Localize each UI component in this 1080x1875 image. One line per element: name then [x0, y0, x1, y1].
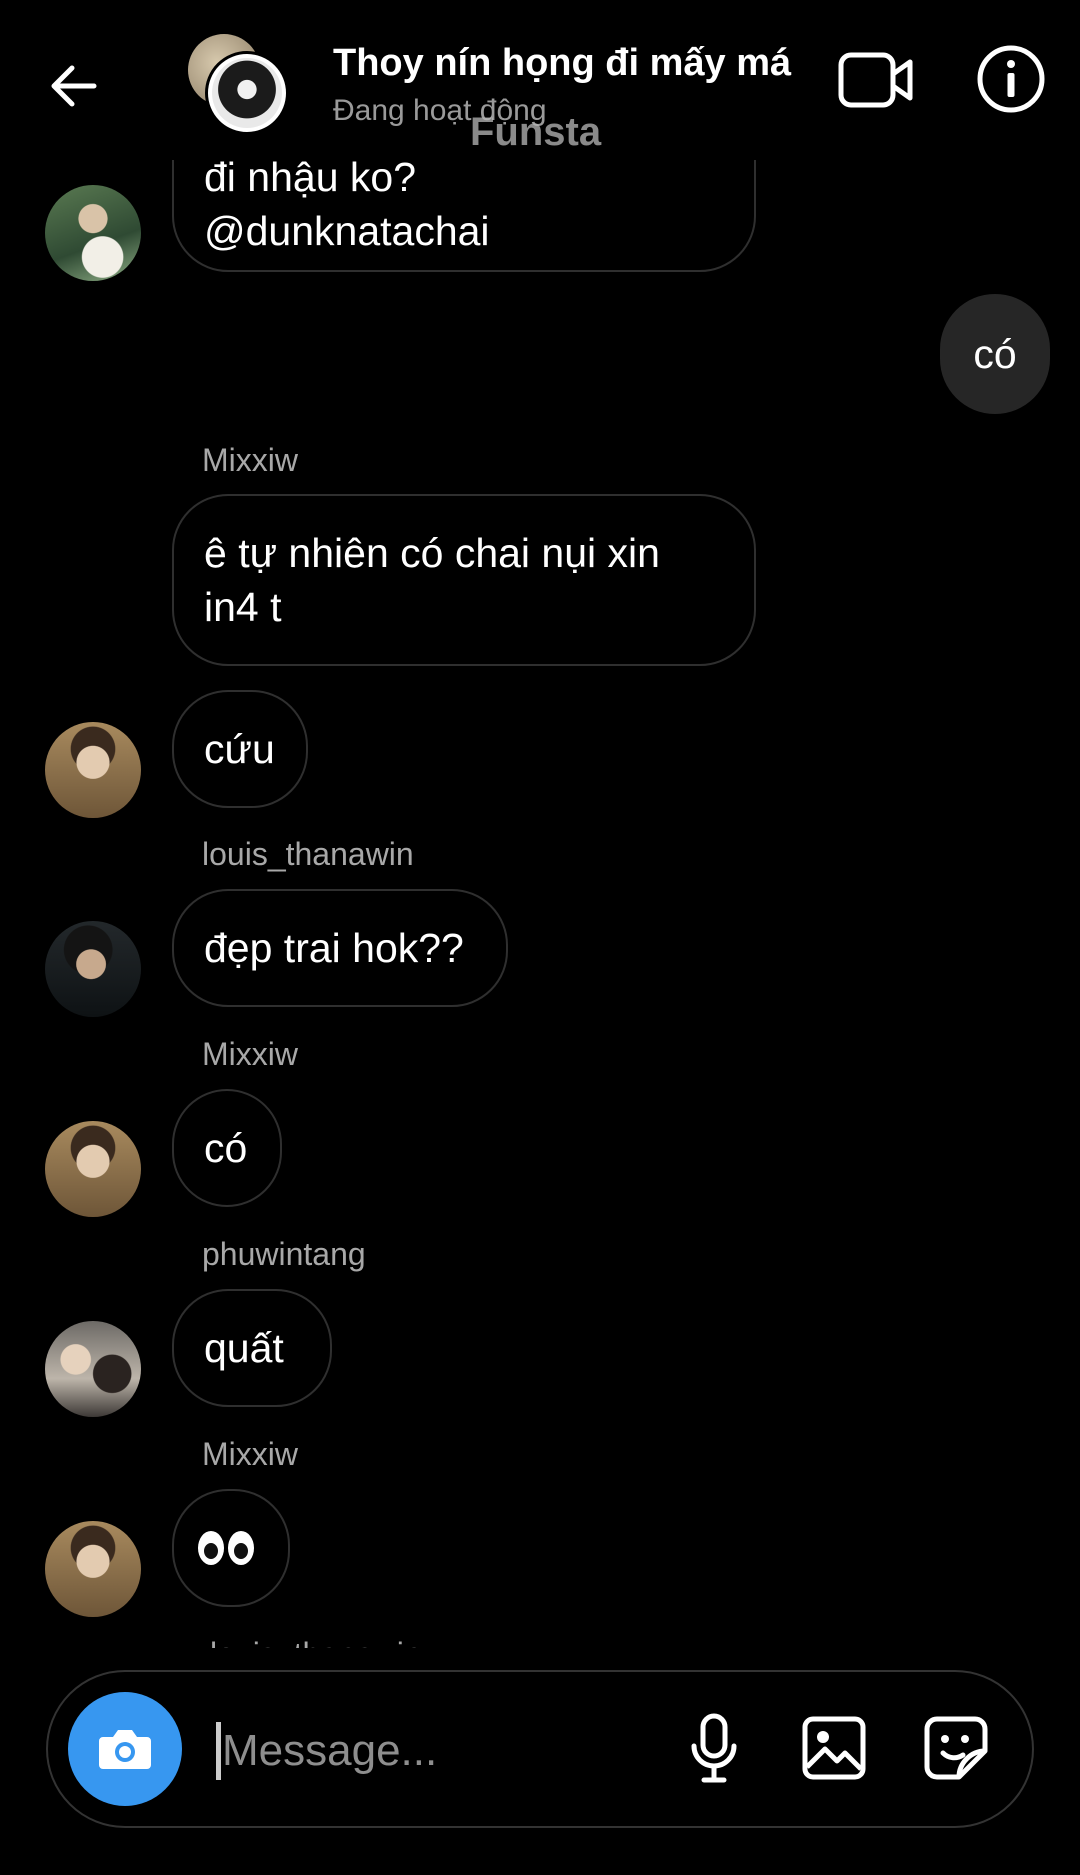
chat-title[interactable]: Thoy nín họng đi mấy má [333, 42, 791, 85]
sender-name-cut: louis_thanawin [210, 1636, 460, 1648]
sender-avatar[interactable] [45, 1321, 141, 1417]
back-arrow-icon[interactable] [44, 56, 104, 116]
watermark: Funsta [470, 110, 602, 154]
group-avatar-front [205, 51, 289, 135]
message-bubble[interactable]: cứu [172, 690, 308, 808]
sender-name: louis_thanawin [202, 836, 414, 872]
gallery-icon [802, 1716, 866, 1780]
sender-name: Mixxiw [202, 1436, 298, 1472]
video-call-icon[interactable] [838, 50, 914, 110]
sender-name: Mixxiw [202, 1036, 298, 1072]
sender-name: phuwintang [202, 1236, 366, 1272]
message-text: có [204, 1125, 248, 1171]
message-text: ê tự nhiên có chai nụi xin in4 t [204, 530, 660, 630]
eyes-emoji [198, 1531, 254, 1565]
message-input[interactable] [220, 1712, 694, 1790]
sender-avatar[interactable] [45, 1521, 141, 1617]
sender-avatar[interactable] [45, 1121, 141, 1217]
group-avatar[interactable] [188, 34, 293, 139]
camera-icon [99, 1730, 151, 1769]
message-bubble[interactable]: có [172, 1089, 282, 1207]
sender-name: Mixxiw [202, 442, 298, 478]
message-bubble[interactable]: đẹp trai hok?? [172, 889, 508, 1007]
sender-avatar[interactable] [45, 722, 141, 818]
sender-avatar[interactable] [45, 185, 141, 281]
microphone-button[interactable] [678, 1710, 750, 1786]
microphone-icon [691, 1713, 737, 1783]
message-text: quất [204, 1325, 284, 1371]
message-bubble[interactable]: quất [172, 1289, 332, 1407]
gallery-button[interactable] [798, 1710, 870, 1786]
message-text: đẹp trai hok?? [204, 925, 464, 971]
sticker-button[interactable] [920, 1710, 992, 1786]
info-icon[interactable] [976, 44, 1046, 114]
camera-button[interactable] [68, 1692, 182, 1806]
message-bubble[interactable] [172, 1489, 290, 1607]
message-text-line: @dunknatachai [204, 208, 490, 254]
sender-avatar[interactable] [45, 921, 141, 1017]
sticker-icon [924, 1716, 988, 1780]
message-composer [46, 1670, 1034, 1828]
sent-message-bubble[interactable]: có [940, 294, 1050, 414]
message-bubble[interactable]: ê tự nhiên có chai nụi xin in4 t [172, 494, 756, 666]
message-text: cứu [204, 726, 275, 772]
